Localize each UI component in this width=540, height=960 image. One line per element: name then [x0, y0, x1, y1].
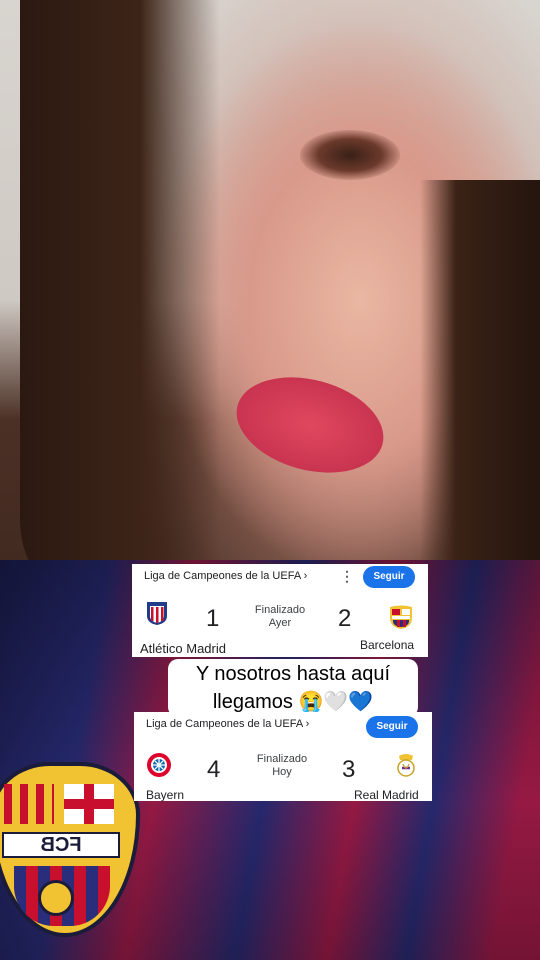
match-status: Finalizado Hoy	[252, 753, 312, 779]
crest-senyera	[4, 784, 54, 824]
background-photo: FCB	[0, 0, 540, 960]
match-status: Finalizado Ayer	[250, 604, 310, 630]
status-date: Ayer	[268, 617, 292, 629]
match-card-bayern-realmadrid[interactable]: Liga de Campeones de la UEFA › Seguir 4 …	[134, 712, 432, 802]
crest-band-text: FCB	[2, 832, 120, 858]
crest-ball-icon	[38, 880, 74, 916]
caption-overlay: Y nosotros hasta aquí llegamos 😭🤍💙	[168, 659, 418, 717]
away-score: 2	[338, 605, 352, 632]
home-team-name[interactable]: Atlético Madrid	[140, 641, 226, 656]
more-options-icon[interactable]: ⋮	[340, 568, 354, 585]
hair-left	[20, 0, 220, 620]
follow-button[interactable]: Seguir	[366, 716, 418, 738]
competition-link[interactable]: Liga de Campeones de la UEFA ›	[146, 718, 309, 730]
home-score: 1	[206, 605, 220, 632]
away-team-name[interactable]: Real Madrid	[354, 788, 419, 802]
home-team-name[interactable]: Bayern	[146, 788, 184, 802]
status-date: Hoy	[272, 766, 292, 778]
bayern-logo-icon	[147, 753, 171, 777]
barcelona-logo-icon	[390, 605, 412, 629]
atletico-madrid-logo-icon	[147, 602, 167, 625]
eye-left	[300, 130, 400, 180]
follow-button[interactable]: Seguir	[363, 566, 415, 588]
real-madrid-logo-icon	[397, 754, 415, 777]
lips	[225, 362, 395, 488]
match-card-atletico-barcelona[interactable]: Liga de Campeones de la UEFA › ⋮ Seguir …	[132, 564, 428, 657]
away-team-name[interactable]: Barcelona	[360, 638, 414, 652]
status-label: Finalizado	[254, 604, 306, 616]
competition-link[interactable]: Liga de Campeones de la UEFA ›	[144, 570, 307, 582]
home-score: 4	[207, 756, 221, 783]
crest-st-george-cross	[64, 784, 114, 824]
away-score: 3	[342, 756, 356, 783]
caption-line-1: Y nosotros hasta aquí	[195, 663, 391, 685]
status-label: Finalizado	[256, 753, 308, 765]
